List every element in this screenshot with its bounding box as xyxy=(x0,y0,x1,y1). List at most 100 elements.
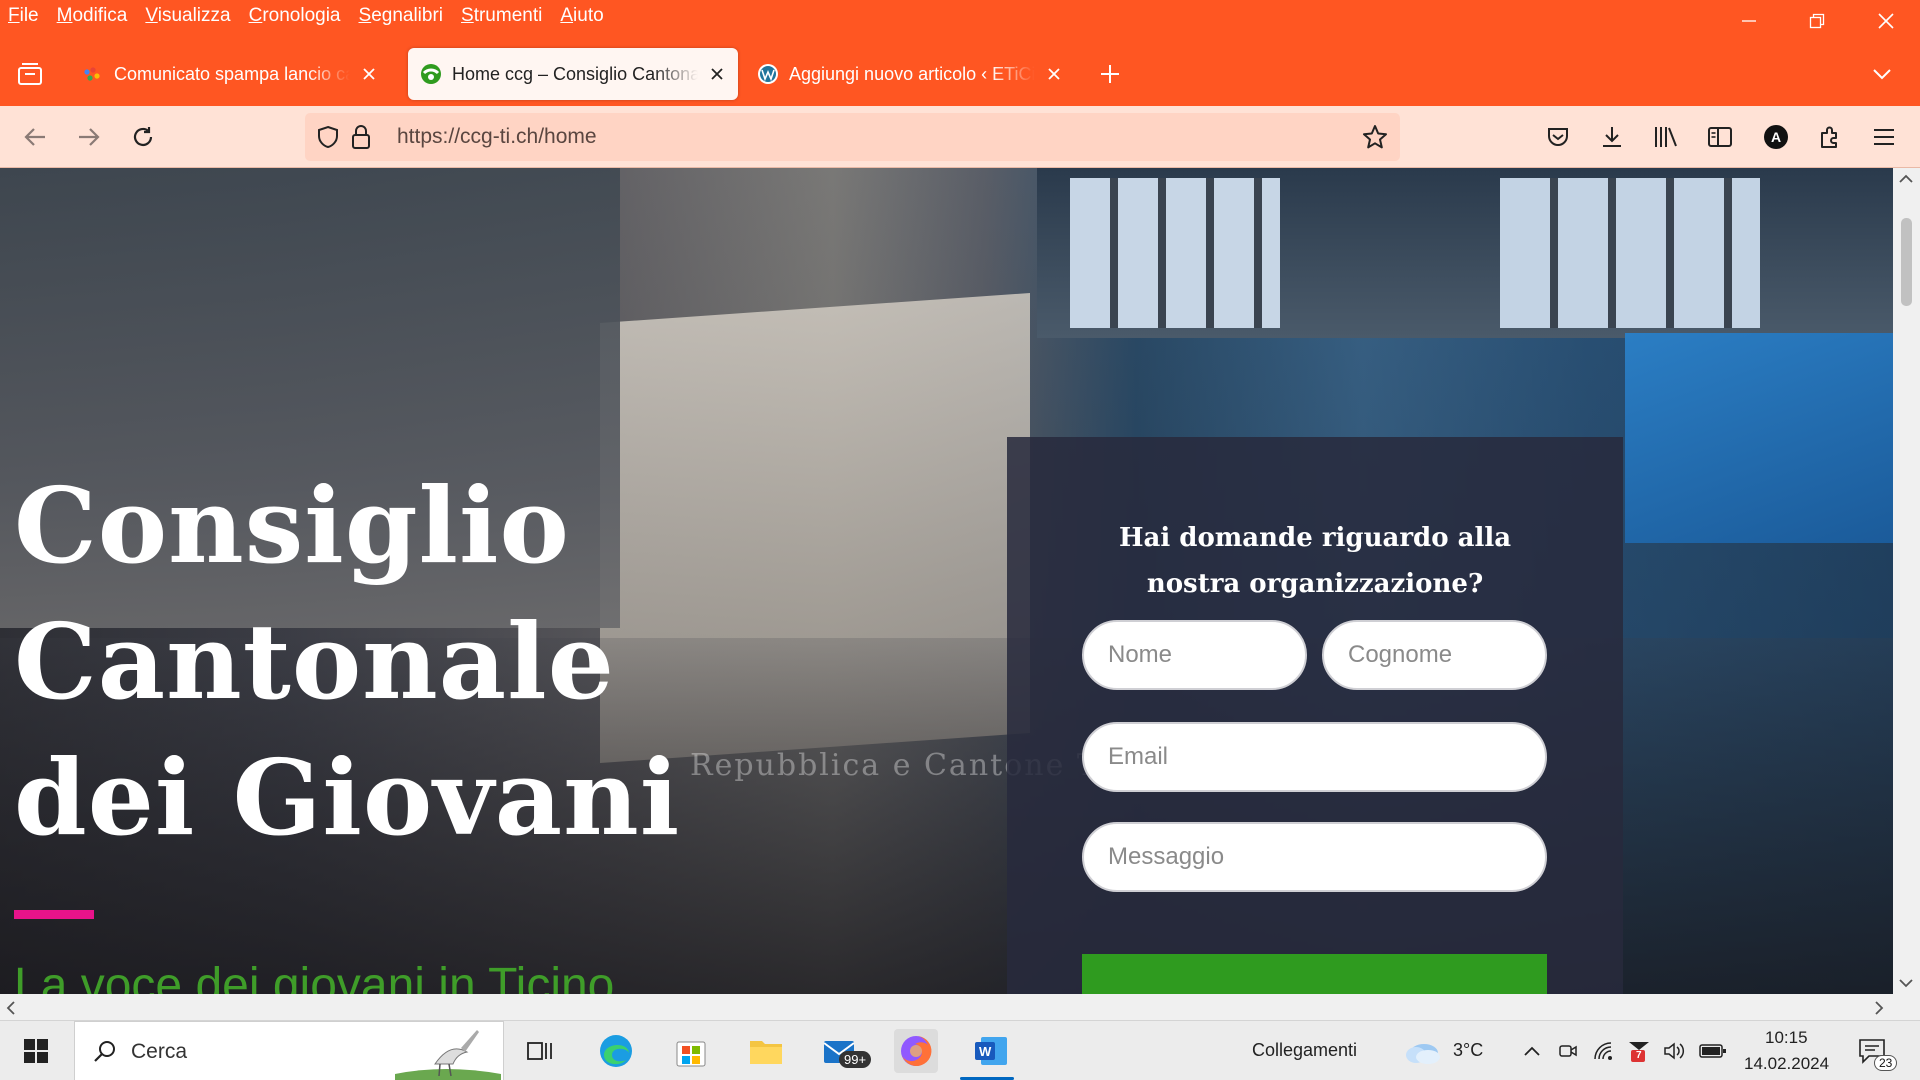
menu-aiuto[interactable]: Aiuto xyxy=(560,5,603,27)
weather-temperature[interactable]: 3°C xyxy=(1453,1040,1483,1061)
taskbar-microsoft-store[interactable] xyxy=(669,1029,713,1073)
hero-title-line: Consiglio xyxy=(14,464,570,587)
search-placeholder: Cerca xyxy=(131,1040,188,1063)
tray-volume[interactable] xyxy=(1655,1029,1695,1073)
plus-icon xyxy=(1101,65,1119,83)
navigation-toolbar: https://ccg-ti.ch/home A xyxy=(0,106,1920,168)
task-view-icon xyxy=(527,1042,552,1060)
hero-subtitle: La voce dei giovani in Ticino xyxy=(14,959,615,994)
shield-icon[interactable] xyxy=(317,125,339,149)
store-icon xyxy=(676,1041,706,1067)
restore-icon xyxy=(1809,13,1825,29)
new-tab-button[interactable] xyxy=(1094,58,1126,90)
minimize-icon xyxy=(1742,20,1756,22)
back-button[interactable] xyxy=(16,118,54,156)
sidebar-button[interactable] xyxy=(1701,118,1739,156)
close-icon xyxy=(1878,13,1894,29)
app-menu-button[interactable] xyxy=(1865,118,1903,156)
tab-comunicato[interactable]: Comunicato spampa lancio campagna xyxy=(70,48,390,100)
tab-close-icon[interactable] xyxy=(358,63,380,85)
pocket-icon xyxy=(1548,128,1568,146)
cognome-input[interactable] xyxy=(1322,620,1547,690)
camera-icon xyxy=(1559,1045,1577,1057)
hero-title: Consiglio Cantonale dei Giovani xyxy=(14,458,680,866)
links-label[interactable]: Collegamenti xyxy=(1252,1040,1357,1061)
address-bar[interactable]: https://ccg-ti.ch/home xyxy=(305,113,1400,161)
wordpress-icon xyxy=(758,64,778,84)
mail-badge: 99+ xyxy=(839,1051,872,1068)
reload-button[interactable] xyxy=(124,118,162,156)
extensions-button[interactable] xyxy=(1811,118,1849,156)
tab-close-icon[interactable] xyxy=(706,63,728,85)
svg-text:W: W xyxy=(979,1044,992,1059)
contact-form: Hai domande riguardo alla nostra organiz… xyxy=(1007,437,1623,994)
account-button[interactable]: A xyxy=(1757,118,1795,156)
scroll-up-icon[interactable] xyxy=(1899,174,1913,184)
firefox-view-icon xyxy=(18,63,42,85)
clock-time[interactable]: 10:15 xyxy=(1765,1028,1808,1048)
taskbar-search-box[interactable]: Cerca xyxy=(74,1021,504,1080)
forward-button[interactable] xyxy=(70,118,108,156)
url-text[interactable]: https://ccg-ti.ch/home xyxy=(397,125,597,149)
weather-widget[interactable] xyxy=(1400,1029,1444,1073)
list-all-tabs-button[interactable] xyxy=(1866,58,1898,90)
taskbar-edge[interactable] xyxy=(594,1029,638,1073)
sidebar-icon xyxy=(1708,127,1732,147)
menu-modifica[interactable]: Modifica xyxy=(57,5,128,27)
downloads-button[interactable] xyxy=(1593,118,1631,156)
speaker-icon xyxy=(1664,1042,1685,1060)
tray-app[interactable]: 7 xyxy=(1619,1029,1659,1073)
vertical-scroll-thumb[interactable] xyxy=(1901,218,1912,306)
tray-battery[interactable] xyxy=(1693,1029,1733,1073)
messaggio-input[interactable] xyxy=(1082,822,1547,892)
folder-icon xyxy=(750,1041,782,1064)
menu-bar: File Modifica Visualizza Cronologia Segn… xyxy=(0,0,1920,32)
lock-icon[interactable] xyxy=(351,124,371,150)
menu-strumenti[interactable]: Strumenti xyxy=(461,5,542,27)
tab-close-icon[interactable] xyxy=(1043,63,1065,85)
scroll-right-icon[interactable] xyxy=(1874,1001,1884,1015)
star-bookmark-icon[interactable] xyxy=(1362,124,1388,150)
horizontal-scrollbar[interactable] xyxy=(0,994,1920,1020)
scroll-left-icon[interactable] xyxy=(6,1001,16,1015)
taskbar-file-explorer[interactable] xyxy=(744,1029,788,1073)
taskbar-mail[interactable]: 99+ xyxy=(819,1029,872,1073)
show-hidden-icons-button[interactable] xyxy=(1512,1029,1552,1073)
tray-meet-now[interactable] xyxy=(1548,1029,1588,1073)
web-page: Repubblica e Cantone Ticino Consiglio Ca… xyxy=(0,168,1893,994)
background-monitor xyxy=(1625,333,1893,543)
ccg-logo-icon xyxy=(421,64,441,84)
tab-label: Home ccg – Consiglio Cantonale dei Giova… xyxy=(452,63,698,84)
library-button[interactable] xyxy=(1647,118,1685,156)
minimize-button[interactable] xyxy=(1715,0,1783,42)
restore-button[interactable] xyxy=(1783,0,1851,42)
task-view-button[interactable] xyxy=(518,1029,562,1073)
edge-browser-icon xyxy=(600,1035,632,1067)
email-input[interactable] xyxy=(1082,722,1547,792)
pocket-button[interactable] xyxy=(1539,118,1577,156)
background-window-left xyxy=(1070,178,1280,328)
contattaci-button[interactable]: CONTATTACI xyxy=(1082,954,1547,994)
clock-date[interactable]: 14.02.2024 xyxy=(1744,1054,1829,1074)
tray-network[interactable] xyxy=(1584,1029,1624,1073)
taskbar-word[interactable]: W xyxy=(969,1029,1013,1073)
tab-home-ccg[interactable]: Home ccg – Consiglio Cantonale dei Giova… xyxy=(408,48,738,100)
menu-segnalibri[interactable]: Segnalibri xyxy=(359,5,444,27)
start-button[interactable] xyxy=(14,1029,58,1073)
scroll-down-icon[interactable] xyxy=(1899,978,1913,988)
menu-file[interactable]: File xyxy=(8,5,39,27)
window-close-button[interactable] xyxy=(1852,0,1920,42)
menu-visualizza[interactable]: Visualizza xyxy=(145,5,230,27)
menu-cronologia[interactable]: Cronologia xyxy=(249,5,341,27)
notification-center-button[interactable]: 23 xyxy=(1850,1029,1898,1073)
download-icon xyxy=(1603,127,1621,147)
arrow-right-icon xyxy=(79,128,100,146)
avatar: A xyxy=(1764,125,1788,149)
arrow-left-icon xyxy=(24,128,45,146)
taskbar-firefox[interactable] xyxy=(894,1029,938,1073)
tab-aggiungi-articolo[interactable]: Aggiungi nuovo articolo ‹ ETiCinese xyxy=(745,48,1075,100)
library-icon xyxy=(1655,127,1677,147)
nome-input[interactable] xyxy=(1082,620,1307,690)
firefox-view-button[interactable] xyxy=(12,58,48,90)
tray-badge: 7 xyxy=(1636,1050,1642,1061)
